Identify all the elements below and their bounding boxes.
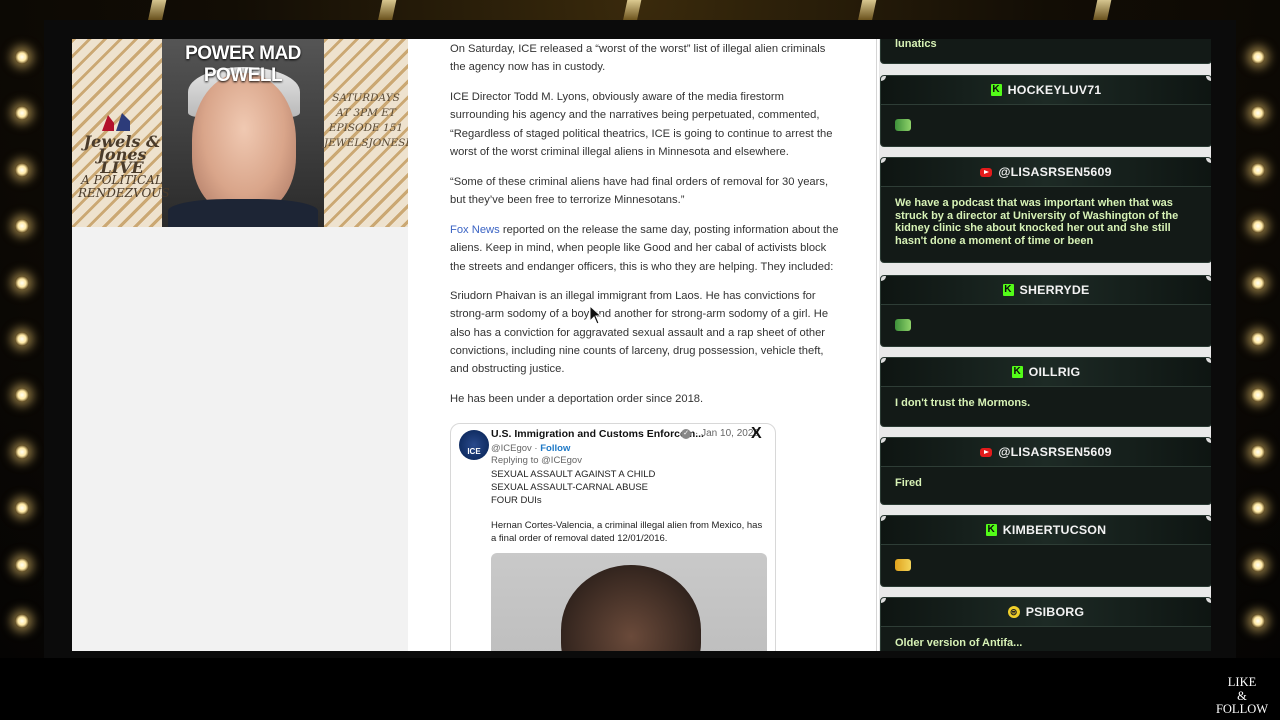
logo-tagline: A POLITICAL RENDEZVOUS [78,173,170,200]
chat-message: K HOCKEYLUV71 [880,75,1211,147]
ampersand-text: & [1237,688,1247,703]
ice-avatar[interactable]: ICE [459,430,489,460]
fox-news-link[interactable]: Fox News [450,224,500,236]
website-text: JEWELSJONESLIVE.COM [324,137,408,149]
chat-message-header: K KIMBERTUCSON [881,516,1211,545]
light-ray [377,0,397,22]
chat-message: K OILLRIG I don't trust the Mormons. [880,357,1211,427]
chat-message-header: K HOCKEYLUV71 [881,76,1211,105]
like-text: LIKE [1227,675,1257,689]
article-column: On Saturday, ICE released a “worst of th… [408,39,877,651]
high-heels-icon [102,113,130,131]
mugshot-image[interactable] [491,553,767,651]
replying-to: Replying to @ICEgov [491,455,582,466]
chat-message-header: ⊜ PSIBORG [881,598,1211,627]
youtube-icon [980,447,993,457]
article-paragraph: Sriudorn Phaivan is an illegal immigrant… [450,290,829,376]
party-emote [895,559,911,571]
chat-message: K KIMBERTUCSON [880,515,1211,587]
chat-username: OILLRIG [1028,365,1081,379]
article-paragraph: He has been under a deportation order si… [450,393,704,405]
chat-message-body: Older version of Antifa... [881,627,1211,651]
person-silhouette [561,565,701,651]
rumble-icon: ⊜ [1007,606,1020,618]
embedded-tweet[interactable]: ICE U.S. Immigration and Customs Enforce… [450,423,776,651]
chat-message: K SHERRYDE [880,275,1211,347]
left-panel: POWER MAD POWELL Jewels & Jones LIVE A P… [72,39,409,651]
chat-username: SHERRYDE [1019,283,1090,297]
show-logo: Jewels & Jones LIVE A POLITICAL RENDEZVO… [78,134,170,200]
show-promo-banner: POWER MAD POWELL Jewels & Jones LIVE A P… [72,39,408,227]
chat-message-body [881,305,1211,343]
chat-message-header: K SHERRYDE [881,276,1211,305]
mouse-cursor-icon [589,305,603,325]
chat-username: HOCKEYLUV71 [1007,83,1102,97]
chat-username: @LISASRSEN5609 [998,445,1112,459]
promo-title: POWER MAD POWELL [185,43,301,86]
chat-message-body [881,105,1211,143]
paragraph-text: reported on the release the same day, po… [450,224,839,273]
chat-message: lunatics [880,39,1211,64]
youtube-icon [980,167,993,177]
suit-shape [168,199,318,227]
chat-message-body [881,545,1211,583]
tweet-line: SEXUAL ASSAULT-CARNAL ABUSE [491,482,648,493]
article-paragraph: ICE Director Todd M. Lyons, obviously aw… [450,91,833,158]
marquee-lights-left [0,20,44,658]
chat-message-text: Older version of Antifa... [895,637,1023,649]
chat-username: KIMBERTUCSON [1002,523,1107,537]
follow-button[interactable]: Follow [540,443,570,454]
chat-username: PSIBORG [1025,605,1085,619]
kick-icon: K [985,524,997,536]
light-ray [147,0,167,22]
frog-emote [895,319,911,331]
kick-icon: K [1002,284,1014,296]
x-logo-icon[interactable]: X [751,425,762,443]
show-schedule: SATURDAYS AT 3PM ET EPISODE 151 JEWELSJO… [324,91,408,151]
chat-message-header: @LISASRSEN5609 [881,158,1211,187]
verified-badge-icon: ✓ [681,429,691,439]
chat-username: @LISASRSEN5609 [998,165,1112,179]
chat-message-body: I don't trust the Mormons. [881,387,1211,418]
marquee-lights-right [1236,20,1280,658]
chat-message: @LISASRSEN5609 Fired [880,437,1211,505]
kick-icon: K [990,84,1002,96]
frog-emote [895,119,911,131]
chat-message: ⊜ PSIBORG Older version of Antifa... [880,597,1211,651]
chat-message-text: We have a podcast that was important whe… [895,197,1179,247]
chat-message-text: Fired [895,477,922,489]
chat-message-body: We have a podcast that was important whe… [881,187,1211,255]
article-paragraph: On Saturday, ICE released a “worst of th… [450,43,826,74]
tweet-author-name[interactable]: U.S. Immigration and Customs Enforcem... [491,428,704,440]
chat-message-header: K OILLRIG [881,358,1211,387]
chat-message-text: I don't trust the Mormons. [895,397,1031,409]
browser-content: POWER MAD POWELL Jewels & Jones LIVE A P… [72,39,1211,651]
tweet-date[interactable]: · Jan 10, 2026 [695,428,759,439]
face-photo [192,73,296,213]
like-follow-overlay: LIKE & FOLLOW [1212,675,1272,717]
light-ray [622,0,642,22]
live-chat-panel: lunatics K HOCKEYLUV71 @LISASRSEN5609 We ha… [879,39,1211,651]
chat-message-text: lunatics [895,39,937,50]
article-paragraph: “Some of these criminal aliens have had … [450,176,829,207]
tweet-handle: @ICEgov · Follow [491,443,570,454]
tweet-line: FOUR DUIs [491,495,542,506]
kick-icon: K [1011,366,1023,378]
chat-message-body: Fired [881,467,1211,498]
chat-message: @LISASRSEN5609 We have a podcast that was… [880,157,1211,263]
tweet-line: SEXUAL ASSAULT AGAINST A CHILD [491,469,656,480]
light-ray [1092,0,1112,22]
tweet-text: Hernan Cortes-Valencia, a criminal illeg… [491,520,763,544]
article-paragraph: Fox News reported on the release the sam… [450,221,842,276]
light-ray [857,0,877,22]
handle-text: @ICEgov · [491,443,541,454]
follow-text: FOLLOW [1215,702,1269,716]
episode-number: EPISODE 151 [328,122,404,134]
schedule-line: SATURDAYS AT 3PM ET [332,92,400,119]
chat-message-header: @LISASRSEN5609 [881,438,1211,467]
